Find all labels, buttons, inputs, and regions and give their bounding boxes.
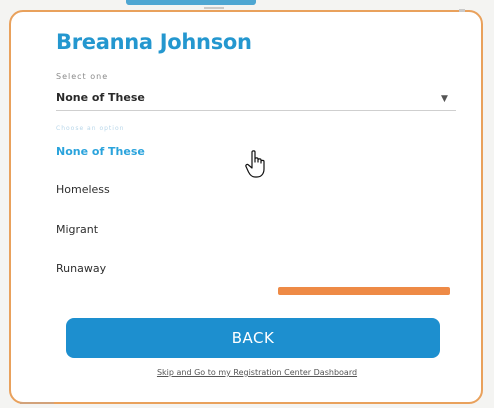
back-button[interactable]: BACK: [66, 318, 440, 358]
top-tab-indicator: [126, 0, 256, 5]
student-name-title: Breanna Johnson: [56, 30, 252, 54]
option-migrant[interactable]: Migrant: [56, 223, 98, 236]
dropdown-underline: [56, 110, 456, 111]
skip-to-dashboard-link[interactable]: Skip and Go to my Registration Center Da…: [114, 368, 400, 377]
card-top-marker: [204, 7, 224, 9]
chevron-down-icon[interactable]: ▼: [441, 94, 448, 104]
option-none-of-these[interactable]: None of These: [56, 145, 145, 158]
card-bottom-marker: [20, 402, 54, 404]
card-corner-marker: [459, 9, 465, 12]
progress-accent-bar: [278, 287, 450, 295]
dropdown-label: Select one: [56, 72, 109, 81]
option-homeless[interactable]: Homeless: [56, 183, 110, 196]
option-runaway[interactable]: Runaway: [56, 262, 106, 275]
dropdown-current-value[interactable]: None of These: [56, 91, 145, 104]
dropdown-list-hint: Choose an option: [56, 125, 125, 132]
hand-pointer-icon: [245, 150, 265, 178]
